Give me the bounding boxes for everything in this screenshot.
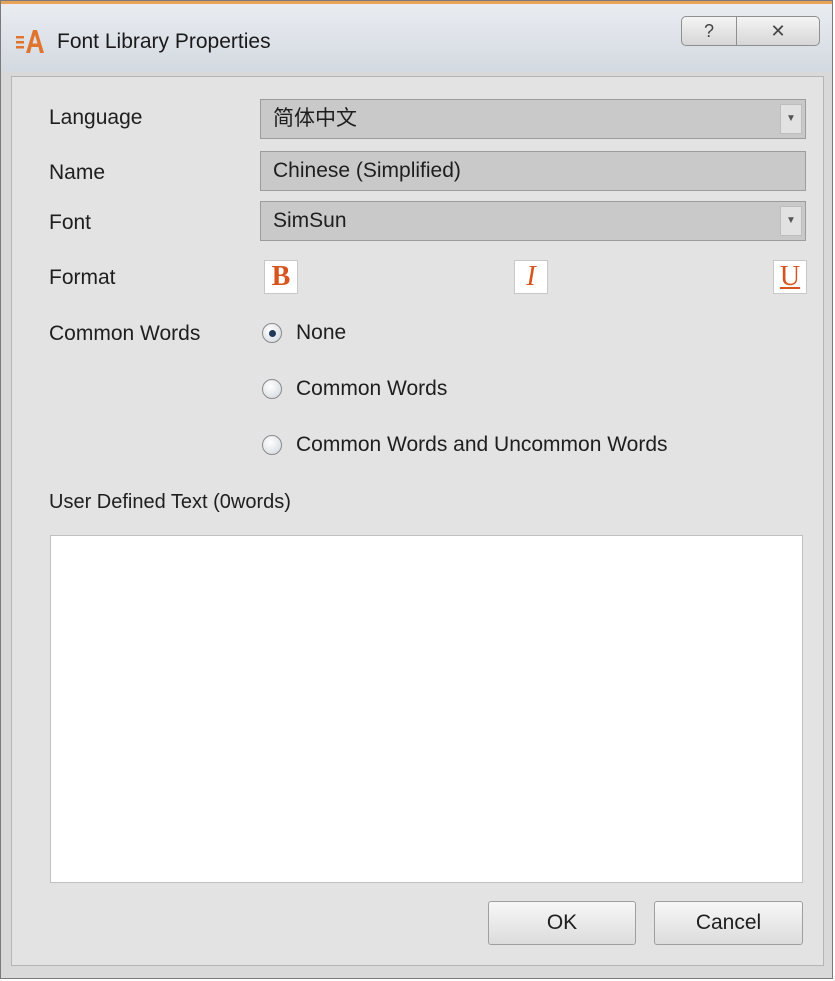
- radio-label: Common Words: [296, 377, 448, 400]
- radio-button-selected[interactable]: [262, 323, 282, 343]
- name-value: Chinese (Simplified): [273, 159, 461, 182]
- title-bar[interactable]: Font Library Properties ? ✕: [1, 4, 832, 72]
- radio-button[interactable]: [262, 435, 282, 455]
- language-value: 简体中文: [273, 107, 357, 130]
- underline-button[interactable]: U: [773, 260, 807, 294]
- user-defined-text-label: User Defined Text (0words): [49, 491, 291, 513]
- user-defined-text-area[interactable]: [50, 535, 803, 883]
- chevron-down-icon[interactable]: ▼: [780, 206, 802, 236]
- help-icon: ?: [703, 20, 714, 41]
- close-button[interactable]: ✕: [736, 16, 820, 46]
- language-label: Language: [49, 106, 143, 129]
- font-dropdown[interactable]: SimSun ▼: [260, 201, 806, 241]
- underline-icon: U: [779, 261, 801, 292]
- radio-button[interactable]: [262, 379, 282, 399]
- name-field[interactable]: Chinese (Simplified): [260, 151, 806, 191]
- bold-button[interactable]: B: [264, 260, 298, 294]
- radio-label: Common Words and Uncommon Words: [296, 433, 668, 456]
- radio-common-words[interactable]: Common Words: [262, 377, 447, 401]
- bold-icon: B: [271, 261, 291, 292]
- window-title: Font Library Properties: [57, 30, 271, 53]
- name-label: Name: [49, 161, 106, 184]
- italic-icon: I: [526, 261, 536, 292]
- close-icon: ✕: [770, 20, 786, 41]
- font-label: Font: [49, 211, 92, 234]
- italic-button[interactable]: I: [514, 260, 548, 294]
- font-library-dialog: Font Library Properties ? ✕ Language 简体中…: [0, 0, 833, 979]
- help-button[interactable]: ?: [681, 16, 737, 46]
- dialog-body: Language 简体中文 ▼ Name Chinese (Simplified…: [11, 76, 824, 966]
- ok-button[interactable]: OK: [488, 901, 636, 945]
- font-library-icon: [16, 30, 44, 53]
- font-value: SimSun: [273, 209, 347, 232]
- language-dropdown[interactable]: 简体中文 ▼: [260, 99, 806, 139]
- common-words-label: Common Words: [49, 322, 201, 345]
- chevron-down-icon[interactable]: ▼: [780, 104, 802, 134]
- cancel-button[interactable]: Cancel: [654, 901, 803, 945]
- radio-common-and-uncommon[interactable]: Common Words and Uncommon Words: [262, 433, 668, 457]
- radio-label: None: [296, 321, 347, 344]
- radio-none[interactable]: None: [262, 321, 346, 345]
- format-label: Format: [49, 266, 116, 289]
